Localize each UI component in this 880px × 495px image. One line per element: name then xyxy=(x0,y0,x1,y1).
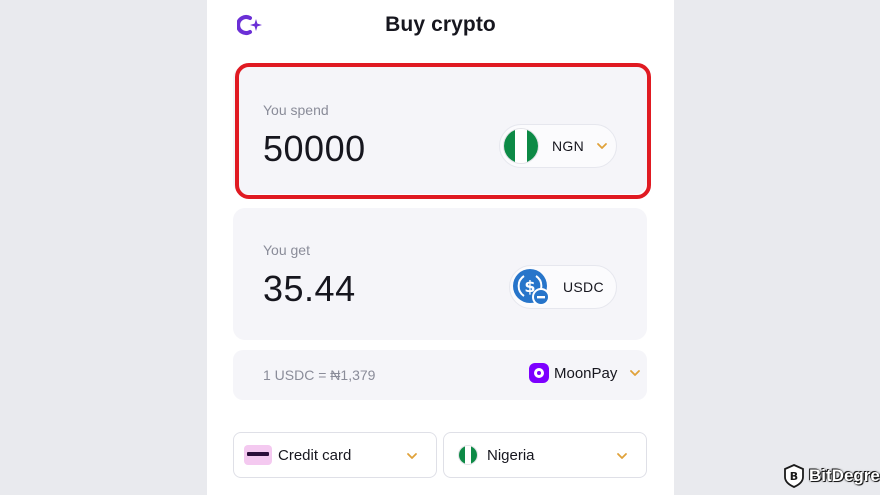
moonpay-logo-icon xyxy=(529,363,549,383)
chevron-down-icon xyxy=(630,370,641,376)
get-label: You get xyxy=(263,242,310,258)
spend-amount-input[interactable]: 50000 xyxy=(263,128,366,170)
country-label: Nigeria xyxy=(487,446,535,464)
bitdegree-watermark: B BitDegree xyxy=(783,464,880,488)
country-dropdown[interactable]: Nigeria xyxy=(443,432,647,478)
nigeria-flag-icon xyxy=(458,445,478,465)
get-currency-selector[interactable]: $ USDC xyxy=(509,265,617,309)
payment-method-label: Credit card xyxy=(278,446,352,464)
exchange-rate-row: 1 USDC = ₦1,379 MoonPay xyxy=(233,350,647,400)
nigeria-flag-icon xyxy=(503,128,539,164)
usdc-icon: $ xyxy=(513,269,550,306)
brand-name: BitDegree xyxy=(809,466,880,485)
spend-currency-code: NGN xyxy=(552,138,585,154)
screen: Buy crypto You spend 50000 NGN You get 3… xyxy=(0,0,880,495)
chevron-down-icon xyxy=(617,453,627,459)
svg-text:B: B xyxy=(790,470,798,483)
page-title: Buy crypto xyxy=(385,13,496,36)
chevron-down-icon xyxy=(407,453,417,459)
get-currency-code: USDC xyxy=(563,279,604,295)
provider-selector[interactable]: MoonPay xyxy=(529,363,641,383)
payment-method-dropdown[interactable]: Credit card xyxy=(233,432,437,478)
exchange-rate-text: 1 USDC = ₦1,379 xyxy=(263,367,376,383)
credit-card-icon xyxy=(244,445,272,465)
spend-currency-selector[interactable]: NGN xyxy=(499,124,617,168)
buy-crypto-widget: Buy crypto You spend 50000 NGN You get 3… xyxy=(207,0,674,495)
spend-label: You spend xyxy=(263,102,329,118)
spend-card: You spend 50000 NGN xyxy=(233,66,647,194)
provider-name: MoonPay xyxy=(554,364,618,382)
get-amount: 35.44 xyxy=(263,268,356,309)
bitdegree-shield-icon: B xyxy=(784,464,804,488)
chevron-down-icon xyxy=(597,143,607,149)
get-card: You get 35.44 $ USDC xyxy=(233,208,647,340)
